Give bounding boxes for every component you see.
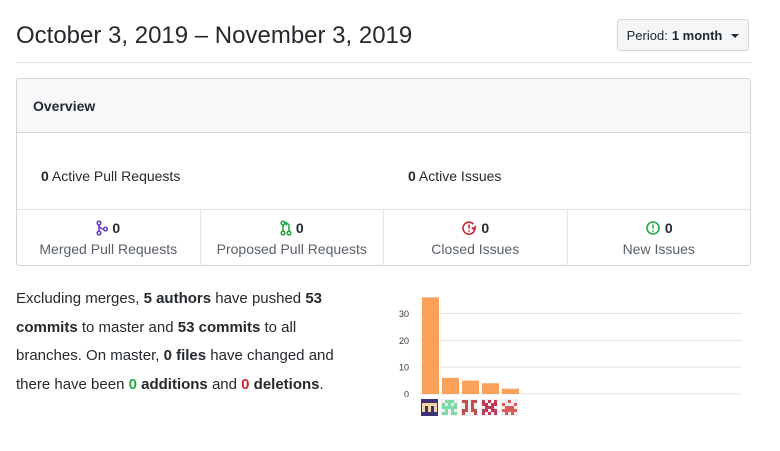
chart-y-tick-label: 20 <box>399 336 409 346</box>
issue-opened-icon <box>645 220 661 236</box>
overview-stats: 0 Merged Pull Requests 0 Proposed Pull R… <box>17 210 750 265</box>
overview-summary: 0 Active Pull Requests 0 Active Issues <box>17 133 750 210</box>
git-merge-icon <box>96 219 109 236</box>
merged-pull-requests-label: Merged Pull Requests <box>39 240 178 257</box>
proposed-pull-requests-count: 0 <box>295 219 304 236</box>
period-value: 1 month <box>671 27 723 43</box>
new-issues-label: New Issues <box>622 240 695 257</box>
author-avatars <box>421 399 518 416</box>
page-title: October 3, 2019 – November 3, 2019 <box>16 22 413 49</box>
additions-count: 0 <box>128 375 137 393</box>
chart-bar[interactable] <box>422 297 439 394</box>
merged-pull-requests-count: 0 <box>112 219 121 236</box>
proposed-pull-requests-stat[interactable]: 0 Proposed Pull Requests <box>201 210 384 265</box>
overview-header: Overview <box>17 79 750 133</box>
period-dropdown-button[interactable]: Period: 1 month <box>617 19 749 51</box>
avatar-identicon-2[interactable] <box>441 399 458 416</box>
active-issues-link[interactable]: 0 Active Issues <box>408 168 501 184</box>
additions-label: additions <box>141 375 208 393</box>
files-changed: 0 files <box>163 347 207 364</box>
chart-y-tick-label: 30 <box>399 309 409 319</box>
commits-per-author-chart: 0 10 20 30 <box>399 297 742 398</box>
git-pull-request-icon <box>280 219 292 236</box>
new-issues-stat[interactable]: 0 New Issues <box>568 210 751 265</box>
merged-pull-requests-stat[interactable]: 0 Merged Pull Requests <box>17 210 201 265</box>
avatar-identicon-3[interactable] <box>461 399 478 416</box>
commits-to-all-branches: 53 commits <box>177 318 261 336</box>
avatar-identicon-5[interactable] <box>501 399 518 416</box>
summary-text: have pushed <box>211 290 306 307</box>
chart-bar[interactable] <box>462 380 479 394</box>
title-divider <box>16 62 751 63</box>
issue-closed-icon <box>461 220 477 236</box>
summary-text: and <box>207 375 242 393</box>
closed-issues-count: 0 <box>481 219 490 236</box>
closed-issues-stat[interactable]: 0 Closed Issues <box>384 210 568 265</box>
chart-bar[interactable] <box>502 388 519 394</box>
activity-summary: Excluding merges, 5 authors have pushed … <box>16 285 361 399</box>
new-issues-count: 0 <box>664 219 673 236</box>
deletions-count: 0 <box>241 375 250 393</box>
overview-title: Overview <box>33 97 96 114</box>
avatar-identicon-1[interactable] <box>421 399 438 416</box>
chart-y-tick-label: 10 <box>399 363 409 373</box>
summary-text: to master and <box>77 318 178 336</box>
chart-bar[interactable] <box>482 383 499 394</box>
summary-text: . <box>319 375 324 393</box>
period-label: Period: <box>626 27 668 43</box>
active-pull-requests-label: Active Pull Requests <box>51 168 181 184</box>
caret-down-icon <box>731 33 740 38</box>
avatar-identicon-4[interactable] <box>481 399 498 416</box>
proposed-pull-requests-label: Proposed Pull Requests <box>216 240 367 257</box>
summary-text: Excluding merges, <box>16 290 144 307</box>
overview-panel: Overview 0 Active Pull Requests 0 Active… <box>16 78 751 266</box>
active-pull-requests-link[interactable]: 0 Active Pull Requests <box>41 168 180 184</box>
deletions-label: deletions <box>253 375 320 393</box>
active-issues-count: 0 <box>408 168 416 184</box>
active-pull-requests-count: 0 <box>41 168 49 184</box>
authors-count: 5 authors <box>143 290 212 307</box>
active-issues-label: Active Issues <box>418 168 502 184</box>
chart-y-tick-label: 0 <box>404 390 409 398</box>
chart-bar[interactable] <box>442 377 459 394</box>
closed-issues-label: Closed Issues <box>431 240 520 257</box>
